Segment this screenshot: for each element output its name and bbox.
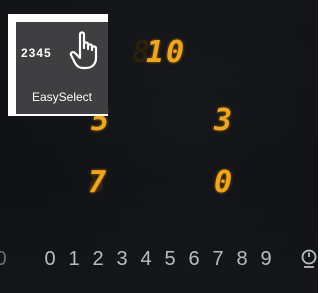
easyselect-badge-inner: 2345 EasySelect [16,22,108,114]
slider-digit-3[interactable]: 3 [113,244,131,274]
slider-digit-6[interactable]: 6 [185,244,203,274]
slider-digit-7[interactable]: 7 [209,244,227,274]
slider-digit-2[interactable]: 2 [89,244,107,274]
slider-digit-5[interactable]: 5 [161,244,179,274]
hand-pointer-icon [69,31,98,70]
zone-display-middle-right[interactable]: 3 [214,106,234,136]
zone-display-bottom-right[interactable]: 0 [214,168,234,198]
zone-display-top-right[interactable]: 10 [146,38,186,68]
power-slider[interactable]: 0 0 1 2 3 4 5 6 7 8 9 [0,244,318,274]
slider-digit-0[interactable]: 0 [41,244,59,274]
zone-display-bottom-left[interactable]: 7 [88,168,108,198]
slider-digit-4[interactable]: 4 [137,244,155,274]
slider-digit-9[interactable]: 9 [257,244,275,274]
slider-edge-label: 0 [0,248,7,270]
timer-knob-icon[interactable] [298,244,318,274]
slider-digit-8[interactable]: 8 [233,244,251,274]
easyselect-numbers: 2345 [21,46,52,60]
slider-digit-1[interactable]: 1 [65,244,83,274]
easyselect-badge: 2345 EasySelect [8,14,108,116]
easyselect-label: EasySelect [31,90,93,104]
